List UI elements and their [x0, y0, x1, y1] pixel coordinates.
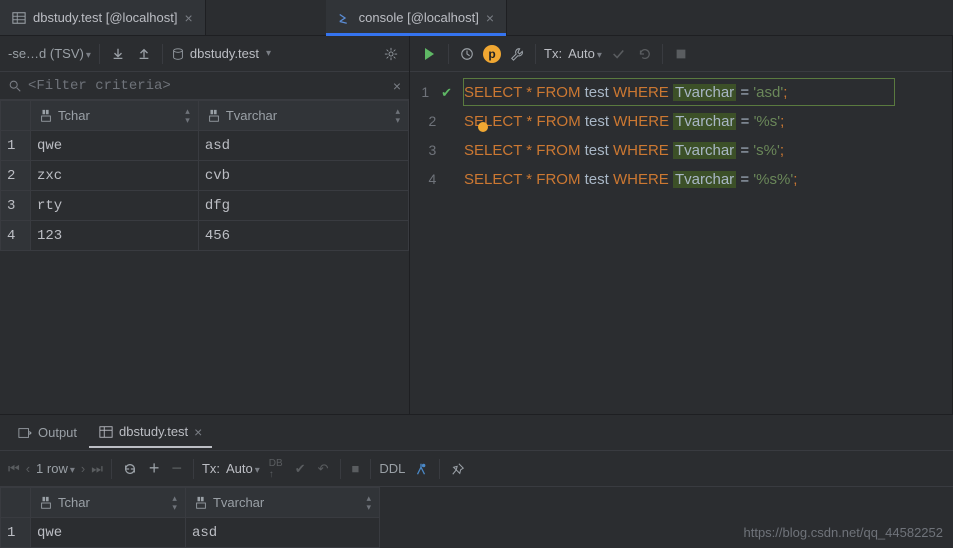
sort-handle-icon[interactable]: ▴▾ [366, 494, 371, 512]
tab-label: console [@localhost] [359, 10, 479, 25]
editor-gutter: 1 ✔ 2 3 4 [410, 78, 460, 414]
rollback-icon[interactable]: ↶ [315, 458, 332, 480]
column-icon [207, 109, 221, 123]
datasource-selector[interactable]: dbstudy.test▾ [171, 46, 271, 61]
table-row[interactable]: 1qweasd [1, 131, 409, 161]
explain-plan-icon[interactable]: p [483, 45, 501, 63]
console-toolbar: p Tx: Auto▾ [410, 36, 952, 72]
column-icon [39, 496, 53, 510]
sql-editor[interactable]: 1 ✔ 2 3 4 SELECT * FROM test WHERE Tvarc… [410, 72, 952, 414]
table-row[interactable]: 4123456 [1, 221, 409, 251]
rollback-icon[interactable] [634, 44, 654, 64]
column-icon [39, 109, 53, 123]
check-icon: ✔ [441, 78, 452, 107]
tx-mode[interactable]: Auto▾ [226, 461, 260, 476]
tx-label: Tx: [544, 46, 562, 61]
remove-row-icon[interactable]: − [168, 455, 185, 482]
last-page-icon[interactable]: ⏭ [91, 461, 103, 477]
console-icon [338, 11, 352, 25]
tab-label: dbstudy.test [@localhost] [33, 10, 177, 25]
settings-icon[interactable] [381, 44, 401, 64]
history-icon[interactable] [457, 44, 477, 64]
rownum-header [1, 488, 31, 518]
row-count[interactable]: 1 row▾ [36, 461, 75, 476]
ddl-button[interactable]: DDL [379, 461, 405, 476]
result-data-table: Tchar▴▾ Tvarchar▴▾ 1qweasd [0, 487, 380, 548]
tab-result[interactable]: dbstudy.test × [89, 418, 212, 448]
table-icon [12, 11, 26, 25]
result-toolbar: ⏮ ‹ 1 row▾ › ⏭ + − Tx: Auto▾ DB↑ ✔ ↶ ■ D… [0, 451, 953, 487]
filter-input[interactable] [28, 78, 387, 94]
clear-filter-icon[interactable]: × [393, 78, 401, 94]
code-area[interactable]: SELECT * FROM test WHERE Tvarchar = 'asd… [460, 78, 952, 414]
next-page-icon[interactable]: › [81, 461, 85, 476]
output-icon [18, 426, 32, 440]
tab-console[interactable]: console [@localhost] × [326, 0, 507, 35]
refresh-icon[interactable] [120, 459, 140, 479]
close-icon[interactable]: × [184, 10, 192, 26]
data-format-selector[interactable]: -se…d (TSV)▾ [8, 46, 91, 61]
rownum-header [1, 101, 31, 131]
table-row[interactable]: 3rtydfg [1, 191, 409, 221]
tx-mode[interactable]: Auto▾ [568, 46, 602, 61]
submit-icon[interactable]: DB↑ [266, 455, 286, 483]
column-header[interactable]: Tchar▴▾ [31, 488, 186, 518]
add-row-icon[interactable]: + [146, 455, 163, 482]
db-icon [171, 47, 185, 61]
run-button[interactable] [418, 43, 440, 65]
wrench-icon[interactable] [507, 44, 527, 64]
pin-icon[interactable] [448, 459, 468, 479]
bulb-icon[interactable] [478, 122, 488, 132]
watermark: https://blog.csdn.net/qq_44582252 [744, 525, 944, 540]
search-icon [8, 79, 22, 93]
sort-handle-icon[interactable]: ▴▾ [172, 494, 177, 512]
tx-label: Tx: [202, 461, 220, 476]
download-icon[interactable] [108, 44, 128, 64]
stop-icon[interactable] [671, 44, 691, 64]
table-row[interactable]: 1qweasd [1, 518, 380, 548]
left-toolbar: -se…d (TSV)▾ dbstudy.test▾ [0, 36, 409, 72]
commit-icon[interactable] [608, 44, 628, 64]
commit-icon[interactable]: ✔ [292, 458, 309, 480]
column-header[interactable]: Tchar▴▾ [31, 101, 199, 131]
tab-data-grid[interactable]: dbstudy.test [@localhost] × [0, 0, 206, 35]
column-header[interactable]: Tvarchar▴▾ [198, 101, 408, 131]
prev-page-icon[interactable]: ‹ [26, 461, 30, 476]
close-icon[interactable]: × [486, 10, 494, 26]
table-icon [99, 425, 113, 439]
upload-icon[interactable] [134, 44, 154, 64]
column-icon [194, 496, 208, 510]
sort-handle-icon[interactable]: ▴▾ [185, 107, 190, 125]
top-data-table: Tchar▴▾ Tvarchar▴▾ 1qweasd 2zxccvb 3rtyd… [0, 100, 409, 251]
table-row[interactable]: 2zxccvb [1, 161, 409, 191]
sort-handle-icon[interactable]: ▴▾ [395, 107, 400, 125]
top-tab-bar: dbstudy.test [@localhost] × console [@lo… [0, 0, 953, 36]
filter-row: × [0, 72, 409, 100]
tab-output[interactable]: Output [8, 419, 87, 446]
stop-icon[interactable]: ■ [349, 458, 363, 479]
compare-icon[interactable] [411, 459, 431, 479]
column-header[interactable]: Tvarchar▴▾ [185, 488, 379, 518]
close-icon[interactable]: × [194, 424, 202, 440]
first-page-icon[interactable]: ⏮ [8, 461, 20, 477]
